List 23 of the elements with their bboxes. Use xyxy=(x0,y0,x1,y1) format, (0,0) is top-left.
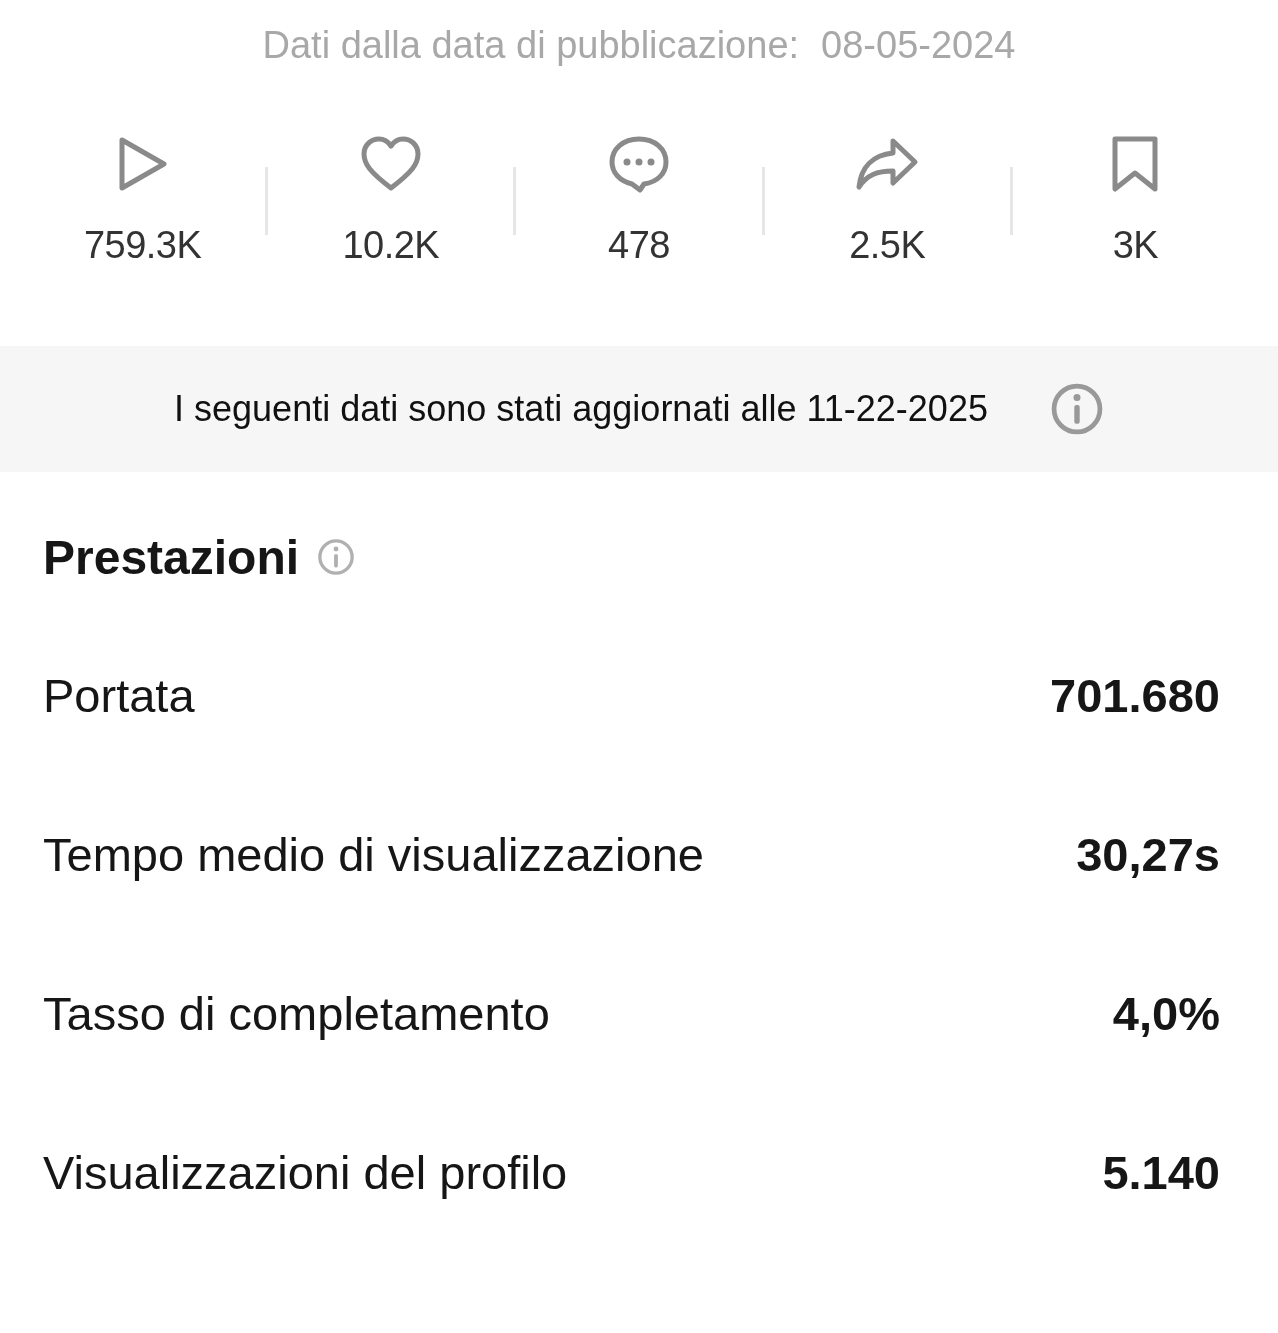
metric-label: Visualizzazioni del profilo xyxy=(43,1145,568,1200)
metric-label: Tasso di completamento xyxy=(43,986,550,1041)
metric-label: Tempo medio di visualizzazione xyxy=(43,827,704,882)
metric-value: 5.140 xyxy=(1102,1145,1220,1200)
metric-value: 4,0% xyxy=(1112,986,1220,1041)
comment-icon xyxy=(608,135,670,193)
stat-count: 10.2K xyxy=(342,224,440,267)
metric-value: 701.680 xyxy=(1050,668,1220,723)
stat-count: 478 xyxy=(608,224,670,267)
stat-count: 3K xyxy=(1112,224,1159,267)
bookmark-icon xyxy=(1110,135,1161,193)
metric-label: Portata xyxy=(43,668,195,723)
metric-value: 30,27s xyxy=(1076,827,1220,882)
publish-date: 08-05-2024 xyxy=(821,24,1016,66)
publish-date-label: Dati dalla data di pubblicazione: xyxy=(262,24,800,66)
share-arrow-icon xyxy=(855,137,920,191)
info-icon[interactable] xyxy=(317,538,356,576)
info-icon[interactable] xyxy=(1049,382,1104,436)
heart-icon xyxy=(359,136,422,192)
update-notice: I seguenti dati sono stati aggiornati alle 11-22-2025 xyxy=(174,388,988,430)
stat-count: 759.3K xyxy=(83,224,202,267)
stat-count: 2.5K xyxy=(849,224,926,267)
section-title: Prestazioni xyxy=(43,529,300,585)
